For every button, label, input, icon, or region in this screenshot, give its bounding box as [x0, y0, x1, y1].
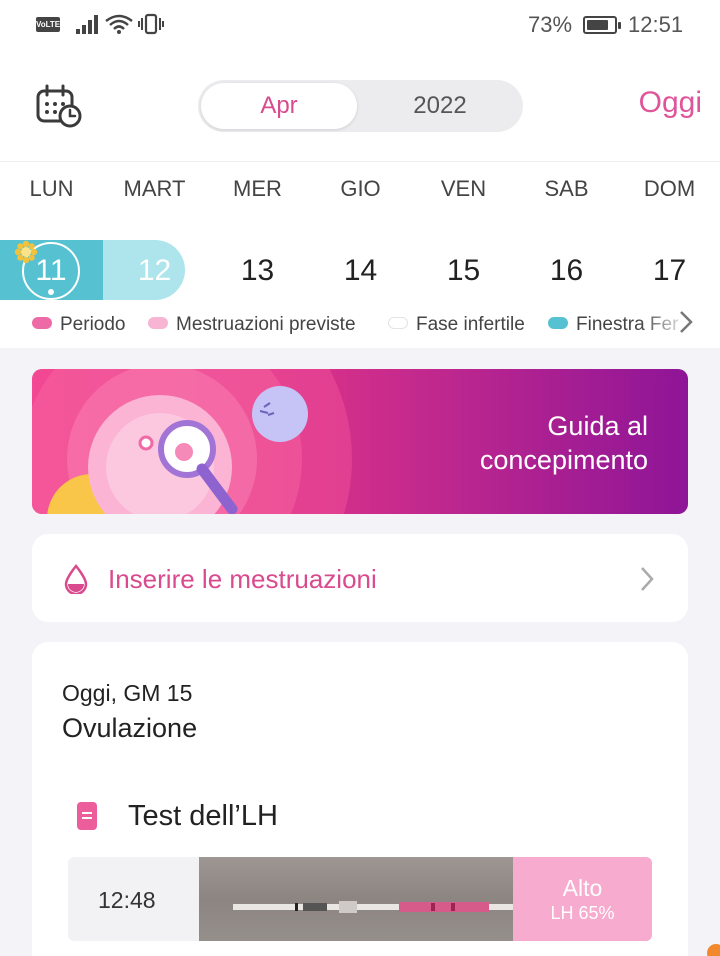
phase-label: Ovulazione: [62, 713, 198, 743]
date-cell[interactable]: 14: [309, 254, 412, 288]
month-tab[interactable]: Apr: [201, 83, 357, 129]
ovulation-flower-icon: [14, 240, 38, 264]
lh-level: Alto: [562, 875, 603, 901]
conception-guide-banner[interactable]: Guida al concepimento: [32, 369, 688, 514]
year-tab[interactable]: 2022: [360, 83, 520, 129]
battery-percent: 73%: [528, 12, 573, 37]
lh-result-badge: Alto LH 65%: [513, 857, 652, 941]
weekday-label: LUN: [29, 176, 74, 201]
weekday-label: VEN: [440, 176, 487, 201]
legend-swatch-period: [32, 316, 52, 329]
date-cell[interactable]: 17: [618, 254, 720, 288]
weekday-label: GIO: [340, 176, 381, 201]
lh-test-photo[interactable]: [199, 857, 533, 941]
test-strip-photo: [233, 901, 533, 913]
lh-test-title: Test dell’LH: [128, 800, 278, 832]
today-card: Oggi, GM 15 Ovulazione Test dell’LH 12:4…: [32, 642, 688, 956]
legend-item: Periodo: [32, 314, 126, 336]
month-year-switcher: Apr 2022: [198, 80, 523, 132]
date-cell[interactable]: 15: [412, 254, 515, 288]
signal-icon: [76, 14, 100, 34]
weekday-label: DOM: [643, 176, 696, 201]
floating-dot[interactable]: [707, 944, 720, 956]
weekday-label: MER: [233, 176, 282, 201]
banner-title: Guida al concepimento: [388, 409, 648, 477]
weekday-label: MART: [123, 176, 186, 201]
insert-period-card[interactable]: Inserire le mestruazioni: [32, 534, 688, 622]
cycle-day-label: Oggi, GM 15: [62, 680, 193, 706]
date-cell[interactable]: 12: [103, 254, 206, 288]
status-time: 12:51: [628, 12, 684, 37]
legend-item: Fase infertile: [388, 314, 525, 336]
lh-test-time: 12:48: [98, 887, 156, 913]
lh-test-entry[interactable]: 12:48 Alto LH 65%: [68, 857, 652, 941]
legend: Periodo Mestruazioni previste Fase infer…: [0, 310, 720, 340]
chevron-right-icon: [641, 567, 654, 591]
record-dot: [48, 289, 54, 295]
banner-title-line: Guida al: [547, 411, 648, 441]
calendar-clock-icon[interactable]: [36, 84, 82, 128]
today-button[interactable]: Oggi: [612, 86, 702, 126]
chevron-right-icon[interactable]: [676, 308, 696, 336]
weekday-header: LUN MART MER GIO VEN SAB DOM: [0, 176, 720, 212]
date-cell[interactable]: 13: [206, 254, 309, 288]
legend-label: Periodo: [60, 314, 126, 335]
legend-swatch-predicted: [148, 316, 168, 329]
legend-label: Mestruazioni previste: [176, 314, 356, 335]
legend-swatch-infertile: [388, 316, 408, 329]
test-strip-icon: [77, 802, 97, 830]
legend-swatch-fertile: [548, 316, 568, 329]
legend-label: Fase infertile: [416, 314, 525, 335]
legend-item: Mestruazioni previste: [148, 314, 356, 336]
wifi-icon: [105, 14, 133, 34]
battery-icon: [583, 16, 621, 34]
date-cell[interactable]: 16: [515, 254, 618, 288]
header-divider: [0, 161, 720, 162]
banner-title-line: concepimento: [479, 445, 648, 475]
vibrate-icon: [138, 13, 164, 35]
status-bar: VoLTE 73% 12:51: [0, 0, 720, 52]
weekday-label: SAB: [544, 176, 589, 201]
insert-period-label: Inserire le mestruazioni: [108, 564, 377, 594]
lh-percentage: LH 65%: [550, 903, 615, 923]
drop-icon: [64, 564, 88, 594]
volte-icon: VoLTE: [36, 17, 60, 32]
